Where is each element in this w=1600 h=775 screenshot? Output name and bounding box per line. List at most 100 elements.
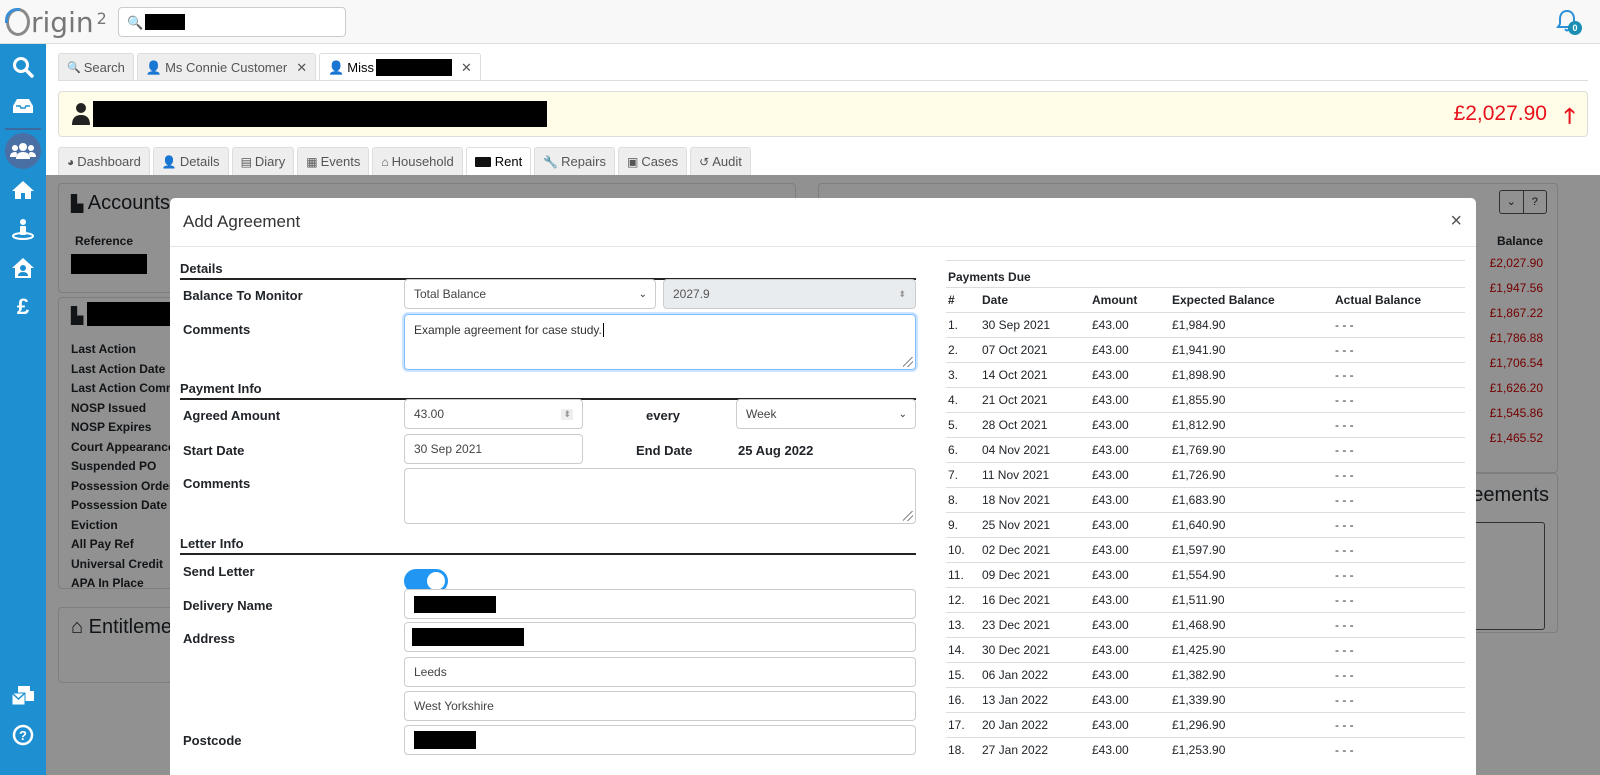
tab-audit[interactable]: ↺ Audit [690, 147, 751, 175]
postcode-label: Postcode [183, 733, 242, 748]
table-cell: 15. [946, 662, 980, 688]
sidebar-item-customers[interactable] [0, 133, 46, 169]
delivery-name-input[interactable] [404, 589, 916, 619]
close-tab-icon[interactable]: ✕ [296, 60, 307, 76]
tab-household[interactable]: ⌂ Household [372, 147, 463, 175]
sidebar-item-locations[interactable] [0, 211, 46, 247]
table-cell: 2. [946, 337, 980, 363]
book-icon: ▤ [240, 154, 252, 169]
address-line1-input[interactable] [404, 622, 916, 652]
tabs-divider [58, 80, 1588, 81]
table-cell: £43.00 [1090, 412, 1170, 438]
modal-title: Add Agreement [183, 212, 301, 231]
resize-handle[interactable] [903, 357, 913, 367]
tab-repairs[interactable]: 🔧 Repairs [534, 147, 615, 175]
table-row: 2. 07 Oct 2021 £43.00 £1,941.90- - - [946, 337, 1465, 363]
chevron-down-icon: ⌄ [898, 408, 907, 420]
tab-label: Search [83, 60, 125, 75]
table-cell: £43.00 [1090, 537, 1170, 563]
tab-label: Household [391, 154, 454, 169]
table-cell: 18 Nov 2021 [980, 487, 1090, 513]
global-search-input[interactable]: 🔍 [118, 7, 346, 37]
table-cell: 30 Dec 2021 [980, 637, 1090, 663]
user-icon: 👤 [161, 154, 177, 169]
tab-rent[interactable]: Rent [465, 147, 532, 175]
table-row: 10. 02 Dec 2021 £43.00 £1,597.90- - - [946, 537, 1465, 563]
tab-dashboard[interactable]: ◕ Dashboard [58, 147, 150, 175]
table-cell: £43.00 [1090, 687, 1170, 713]
delivery-name-label: Delivery Name [183, 598, 273, 613]
table-row: 13. 23 Dec 2021 £43.00 £1,468.90- - - [946, 612, 1465, 638]
sidebar-item-finance[interactable]: £ [0, 289, 46, 325]
money-icon [474, 156, 491, 167]
table-cell: - - - [1333, 387, 1465, 413]
redacted-name [376, 59, 453, 76]
users-icon [10, 143, 36, 159]
table-cell: - - - [1333, 637, 1465, 663]
sidebar-item-search[interactable] [0, 49, 46, 85]
table-cell: 28 Oct 2021 [980, 412, 1090, 438]
table-row: 4. 21 Oct 2021 £43.00 £1,855.90- - - [946, 387, 1465, 413]
every-label: every [646, 408, 680, 423]
input-value: 43.00 [414, 407, 445, 421]
tab-details[interactable]: 👤 Details [152, 147, 229, 175]
frequency-select[interactable]: Week ⌄ [736, 399, 916, 429]
comments-textarea[interactable]: Example agreement for case study. [404, 314, 916, 370]
tab-current-customer[interactable]: 👤 Miss ✕ [319, 53, 481, 81]
agreed-amount-label: Agreed Amount [183, 408, 281, 423]
sidebar-item-help[interactable]: ? [0, 717, 46, 753]
sidebar-item-mail[interactable] [0, 678, 46, 714]
table-cell: 6. [946, 437, 980, 463]
tab-cases[interactable]: ▣ Cases [617, 147, 688, 175]
table-cell: £43.00 [1090, 712, 1170, 738]
notifications-button[interactable]: 0 [1556, 9, 1582, 35]
arrow-up-icon: 🡑 [1564, 105, 1575, 128]
column-header: Expected Balance [1170, 287, 1333, 313]
column-header: Amount [1090, 287, 1170, 313]
table-cell: 07 Oct 2021 [980, 337, 1090, 363]
app-logo[interactable]: rigin 2 [5, 4, 107, 40]
tab-diary[interactable]: ▤ Diary [231, 147, 295, 175]
tab-label: Diary [254, 154, 286, 169]
table-row: 8. 18 Nov 2021 £43.00 £1,683.90- - - [946, 487, 1465, 513]
payment-comments-textarea[interactable] [404, 468, 916, 524]
home-icon [12, 181, 34, 199]
sidebar-item-properties[interactable] [0, 172, 46, 208]
table-cell: £43.00 [1090, 387, 1170, 413]
table-cell: £1,898.90 [1170, 362, 1333, 388]
table-cell: 11. [946, 562, 980, 588]
postcode-input[interactable] [404, 725, 916, 755]
close-icon[interactable]: × [1450, 210, 1462, 233]
start-date-input[interactable]: 30 Sep 2021 [404, 434, 583, 464]
address-line3-input[interactable]: West Yorkshire [404, 691, 916, 721]
sidebar-item-inbox[interactable] [0, 88, 46, 124]
table-cell: 12. [946, 587, 980, 613]
table-cell: £43.00 [1090, 487, 1170, 513]
table-row: 9. 25 Nov 2021 £43.00 £1,640.90- - - [946, 512, 1465, 538]
column-header: # [946, 287, 980, 313]
table-row: 16. 13 Jan 2022 £43.00 £1,339.90- - - [946, 687, 1465, 713]
table-cell: - - - [1333, 737, 1465, 760]
table-cell: - - - [1333, 487, 1465, 513]
table-cell: 9. [946, 512, 980, 538]
sidebar-item-housing[interactable] [0, 250, 46, 286]
resize-handle[interactable] [903, 511, 913, 521]
spinner-icon[interactable]: ⬍ [561, 408, 573, 420]
address-line2-input[interactable]: Leeds [404, 657, 916, 687]
close-tab-icon[interactable]: ✕ [461, 60, 472, 76]
balance-to-monitor-select[interactable]: Total Balance ⌄ [404, 279, 656, 309]
tab-connie-customer[interactable]: 👤 Ms Connie Customer ✕ [136, 53, 317, 81]
table-cell: - - - [1333, 537, 1465, 563]
logo-o-icon [5, 8, 30, 36]
table-cell: £1,468.90 [1170, 612, 1333, 638]
tab-events[interactable]: ▦ Events [297, 147, 370, 175]
agreed-amount-input[interactable]: 43.00 ⬍ [404, 399, 583, 429]
tab-label: Audit [712, 154, 742, 169]
table-cell: - - - [1333, 437, 1465, 463]
customer-balance: £2,027.90 [1453, 102, 1547, 125]
table-cell: 13. [946, 612, 980, 638]
customer-header: £2,027.90 🡑 [58, 91, 1588, 137]
table-row: 15. 06 Jan 2022 £43.00 £1,382.90- - - [946, 662, 1465, 688]
tab-search[interactable]: 🔍 Search [58, 53, 134, 81]
address-label: Address [183, 631, 236, 646]
